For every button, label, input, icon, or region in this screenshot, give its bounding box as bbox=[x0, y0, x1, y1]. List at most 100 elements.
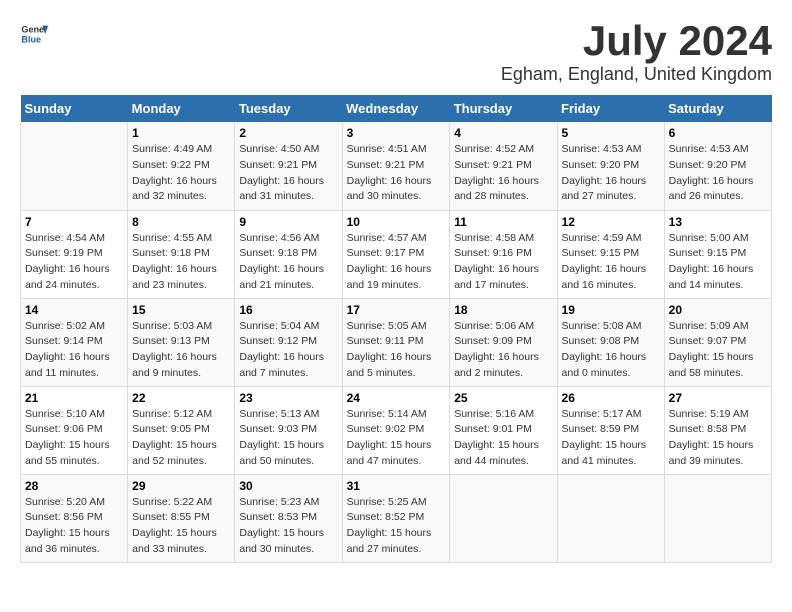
calendar-cell: 7 Sunrise: 4:54 AMSunset: 9:19 PMDayligh… bbox=[21, 210, 128, 298]
calendar-cell: 30 Sunrise: 5:23 AMSunset: 8:53 PMDaylig… bbox=[235, 474, 342, 562]
col-friday: Friday bbox=[557, 95, 664, 122]
day-info: Sunrise: 5:04 AMSunset: 9:12 PMDaylight:… bbox=[239, 320, 324, 379]
day-info: Sunrise: 5:13 AMSunset: 9:03 PMDaylight:… bbox=[239, 408, 324, 467]
day-number: 24 bbox=[347, 391, 446, 405]
calendar-cell: 31 Sunrise: 5:25 AMSunset: 8:52 PMDaylig… bbox=[342, 474, 450, 562]
day-info: Sunrise: 4:55 AMSunset: 9:18 PMDaylight:… bbox=[132, 232, 217, 291]
day-info: Sunrise: 5:14 AMSunset: 9:02 PMDaylight:… bbox=[347, 408, 432, 467]
calendar-cell: 11 Sunrise: 4:58 AMSunset: 9:16 PMDaylig… bbox=[450, 210, 557, 298]
day-info: Sunrise: 4:54 AMSunset: 9:19 PMDaylight:… bbox=[25, 232, 110, 291]
day-number: 27 bbox=[669, 391, 767, 405]
calendar-week-row: 28 Sunrise: 5:20 AMSunset: 8:56 PMDaylig… bbox=[21, 474, 772, 562]
logo-icon: General Blue bbox=[20, 20, 48, 48]
calendar-week-row: 1 Sunrise: 4:49 AMSunset: 9:22 PMDayligh… bbox=[21, 122, 772, 210]
calendar-cell: 29 Sunrise: 5:22 AMSunset: 8:55 PMDaylig… bbox=[128, 474, 235, 562]
calendar-week-row: 21 Sunrise: 5:10 AMSunset: 9:06 PMDaylig… bbox=[21, 386, 772, 474]
calendar-cell: 9 Sunrise: 4:56 AMSunset: 9:18 PMDayligh… bbox=[235, 210, 342, 298]
calendar-cell: 8 Sunrise: 4:55 AMSunset: 9:18 PMDayligh… bbox=[128, 210, 235, 298]
col-monday: Monday bbox=[128, 95, 235, 122]
day-number: 10 bbox=[347, 215, 446, 229]
day-info: Sunrise: 5:25 AMSunset: 8:52 PMDaylight:… bbox=[347, 496, 432, 555]
calendar-cell: 15 Sunrise: 5:03 AMSunset: 9:13 PMDaylig… bbox=[128, 298, 235, 386]
calendar-cell: 27 Sunrise: 5:19 AMSunset: 8:58 PMDaylig… bbox=[664, 386, 771, 474]
calendar-cell bbox=[450, 474, 557, 562]
day-number: 23 bbox=[239, 391, 337, 405]
calendar-cell bbox=[557, 474, 664, 562]
day-number: 17 bbox=[347, 303, 446, 317]
day-info: Sunrise: 4:52 AMSunset: 9:21 PMDaylight:… bbox=[454, 143, 539, 202]
svg-text:Blue: Blue bbox=[21, 34, 41, 44]
location-title: Egham, England, United Kingdom bbox=[501, 64, 772, 85]
day-number: 9 bbox=[239, 215, 337, 229]
calendar-cell: 2 Sunrise: 4:50 AMSunset: 9:21 PMDayligh… bbox=[235, 122, 342, 210]
calendar-table: Sunday Monday Tuesday Wednesday Thursday… bbox=[20, 95, 772, 563]
calendar-cell: 10 Sunrise: 4:57 AMSunset: 9:17 PMDaylig… bbox=[342, 210, 450, 298]
day-number: 14 bbox=[25, 303, 123, 317]
day-number: 1 bbox=[132, 126, 230, 140]
calendar-cell: 25 Sunrise: 5:16 AMSunset: 9:01 PMDaylig… bbox=[450, 386, 557, 474]
day-info: Sunrise: 4:49 AMSunset: 9:22 PMDaylight:… bbox=[132, 143, 217, 202]
day-info: Sunrise: 4:53 AMSunset: 9:20 PMDaylight:… bbox=[669, 143, 754, 202]
day-number: 4 bbox=[454, 126, 552, 140]
day-number: 15 bbox=[132, 303, 230, 317]
calendar-cell: 22 Sunrise: 5:12 AMSunset: 9:05 PMDaylig… bbox=[128, 386, 235, 474]
day-number: 8 bbox=[132, 215, 230, 229]
logo: General Blue bbox=[20, 20, 48, 48]
day-info: Sunrise: 5:10 AMSunset: 9:06 PMDaylight:… bbox=[25, 408, 110, 467]
calendar-cell: 24 Sunrise: 5:14 AMSunset: 9:02 PMDaylig… bbox=[342, 386, 450, 474]
calendar-week-row: 14 Sunrise: 5:02 AMSunset: 9:14 PMDaylig… bbox=[21, 298, 772, 386]
day-info: Sunrise: 5:12 AMSunset: 9:05 PMDaylight:… bbox=[132, 408, 217, 467]
day-info: Sunrise: 5:08 AMSunset: 9:08 PMDaylight:… bbox=[562, 320, 647, 379]
day-number: 31 bbox=[347, 479, 446, 493]
col-thursday: Thursday bbox=[450, 95, 557, 122]
calendar-cell: 1 Sunrise: 4:49 AMSunset: 9:22 PMDayligh… bbox=[128, 122, 235, 210]
day-number: 26 bbox=[562, 391, 660, 405]
calendar-cell: 5 Sunrise: 4:53 AMSunset: 9:20 PMDayligh… bbox=[557, 122, 664, 210]
day-number: 13 bbox=[669, 215, 767, 229]
day-info: Sunrise: 5:09 AMSunset: 9:07 PMDaylight:… bbox=[669, 320, 754, 379]
day-info: Sunrise: 5:06 AMSunset: 9:09 PMDaylight:… bbox=[454, 320, 539, 379]
day-info: Sunrise: 4:51 AMSunset: 9:21 PMDaylight:… bbox=[347, 143, 432, 202]
col-wednesday: Wednesday bbox=[342, 95, 450, 122]
calendar-cell: 13 Sunrise: 5:00 AMSunset: 9:15 PMDaylig… bbox=[664, 210, 771, 298]
day-number: 30 bbox=[239, 479, 337, 493]
calendar-header-row: Sunday Monday Tuesday Wednesday Thursday… bbox=[21, 95, 772, 122]
calendar-cell: 16 Sunrise: 5:04 AMSunset: 9:12 PMDaylig… bbox=[235, 298, 342, 386]
calendar-cell: 12 Sunrise: 4:59 AMSunset: 9:15 PMDaylig… bbox=[557, 210, 664, 298]
day-number: 3 bbox=[347, 126, 446, 140]
day-number: 28 bbox=[25, 479, 123, 493]
calendar-cell: 18 Sunrise: 5:06 AMSunset: 9:09 PMDaylig… bbox=[450, 298, 557, 386]
day-number: 16 bbox=[239, 303, 337, 317]
col-tuesday: Tuesday bbox=[235, 95, 342, 122]
day-number: 20 bbox=[669, 303, 767, 317]
day-info: Sunrise: 4:50 AMSunset: 9:21 PMDaylight:… bbox=[239, 143, 324, 202]
calendar-cell bbox=[664, 474, 771, 562]
day-info: Sunrise: 5:19 AMSunset: 8:58 PMDaylight:… bbox=[669, 408, 754, 467]
day-info: Sunrise: 5:23 AMSunset: 8:53 PMDaylight:… bbox=[239, 496, 324, 555]
day-number: 7 bbox=[25, 215, 123, 229]
day-number: 19 bbox=[562, 303, 660, 317]
day-info: Sunrise: 5:20 AMSunset: 8:56 PMDaylight:… bbox=[25, 496, 110, 555]
calendar-cell: 19 Sunrise: 5:08 AMSunset: 9:08 PMDaylig… bbox=[557, 298, 664, 386]
day-number: 11 bbox=[454, 215, 552, 229]
day-info: Sunrise: 4:59 AMSunset: 9:15 PMDaylight:… bbox=[562, 232, 647, 291]
calendar-cell: 4 Sunrise: 4:52 AMSunset: 9:21 PMDayligh… bbox=[450, 122, 557, 210]
day-number: 5 bbox=[562, 126, 660, 140]
calendar-cell: 6 Sunrise: 4:53 AMSunset: 9:20 PMDayligh… bbox=[664, 122, 771, 210]
col-saturday: Saturday bbox=[664, 95, 771, 122]
day-number: 25 bbox=[454, 391, 552, 405]
calendar-week-row: 7 Sunrise: 4:54 AMSunset: 9:19 PMDayligh… bbox=[21, 210, 772, 298]
calendar-cell: 28 Sunrise: 5:20 AMSunset: 8:56 PMDaylig… bbox=[21, 474, 128, 562]
day-number: 22 bbox=[132, 391, 230, 405]
page-header: General Blue July 2024 Egham, England, U… bbox=[20, 20, 772, 85]
day-info: Sunrise: 5:02 AMSunset: 9:14 PMDaylight:… bbox=[25, 320, 110, 379]
title-block: July 2024 Egham, England, United Kingdom bbox=[501, 20, 772, 85]
calendar-cell: 21 Sunrise: 5:10 AMSunset: 9:06 PMDaylig… bbox=[21, 386, 128, 474]
day-info: Sunrise: 4:53 AMSunset: 9:20 PMDaylight:… bbox=[562, 143, 647, 202]
calendar-cell: 3 Sunrise: 4:51 AMSunset: 9:21 PMDayligh… bbox=[342, 122, 450, 210]
calendar-cell: 26 Sunrise: 5:17 AMSunset: 8:59 PMDaylig… bbox=[557, 386, 664, 474]
month-title: July 2024 bbox=[501, 20, 772, 62]
day-number: 12 bbox=[562, 215, 660, 229]
day-info: Sunrise: 5:03 AMSunset: 9:13 PMDaylight:… bbox=[132, 320, 217, 379]
day-info: Sunrise: 4:56 AMSunset: 9:18 PMDaylight:… bbox=[239, 232, 324, 291]
